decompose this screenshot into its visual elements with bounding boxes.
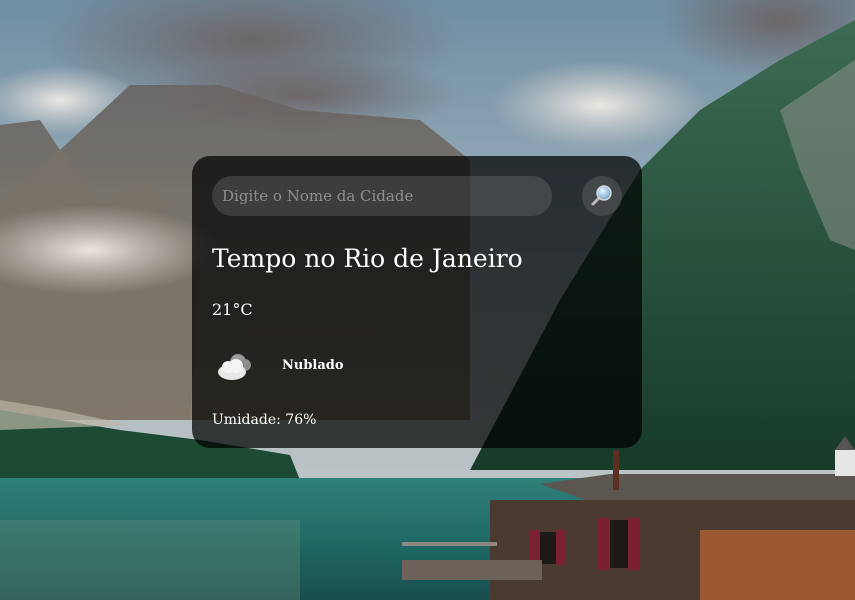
- temperature-value: 21°C: [212, 300, 253, 319]
- humidity-line: Umidade: 76%: [212, 412, 316, 428]
- search-button[interactable]: [582, 176, 622, 216]
- city-weather-title: Tempo no Rio de Janeiro: [212, 244, 523, 273]
- weather-description: Nublado: [282, 358, 344, 373]
- humidity-label: Umidade:: [212, 412, 281, 428]
- weather-card: Tempo no Rio de Janeiro 21°C Nublado Umi…: [192, 156, 642, 448]
- city-search-input[interactable]: [212, 176, 552, 216]
- cloudy-icon: [216, 352, 256, 382]
- search-row: [212, 176, 624, 218]
- weather-condition-row: Nublado: [212, 348, 512, 388]
- humidity-value: 76%: [285, 412, 317, 428]
- magnifying-glass-icon: [590, 183, 614, 210]
